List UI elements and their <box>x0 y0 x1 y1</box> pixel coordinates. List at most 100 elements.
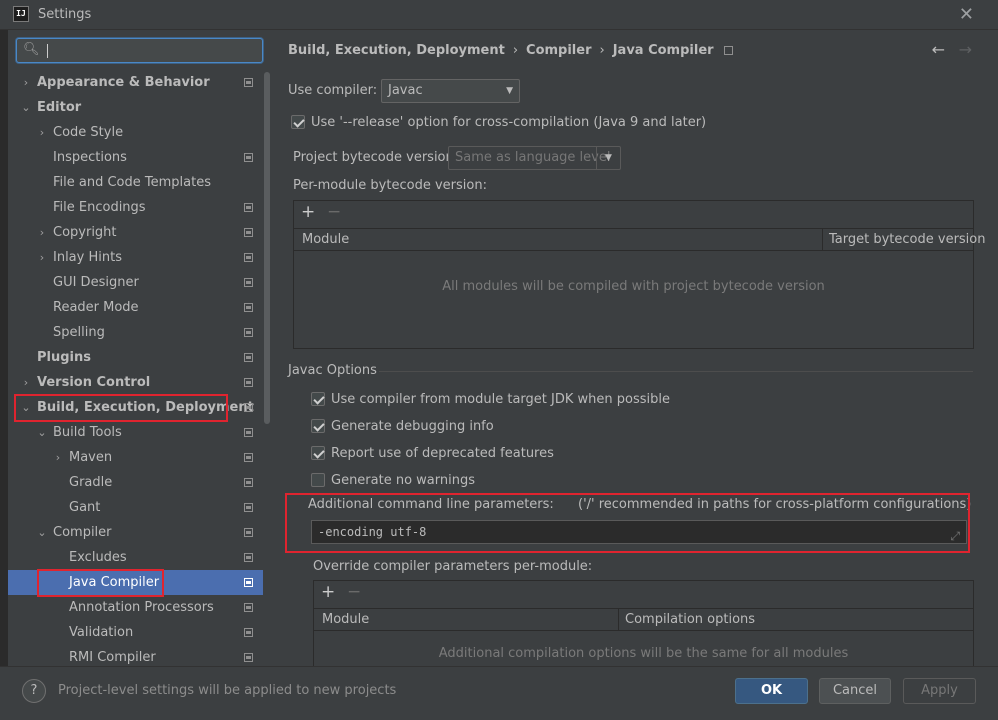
chevron-right-icon[interactable]: › <box>20 70 32 95</box>
sidebar-item-inspections[interactable]: Inspections <box>8 145 263 170</box>
project-scope-icon <box>244 478 253 487</box>
chevron-down-icon[interactable]: ⌄ <box>36 520 48 545</box>
settings-sidebar: 🔍︎ › Appearance & Behavior ⌄ Editor › Code St… <box>8 30 271 666</box>
deprecated-features-label: Report use of deprecated features <box>331 446 554 461</box>
debugging-info-checkbox[interactable] <box>311 419 325 433</box>
sidebar-item-label: Editor <box>37 100 82 115</box>
override-params-table: + − Module Compilation options Additiona… <box>313 580 974 670</box>
sidebar-item-gant[interactable]: Gant <box>8 495 263 520</box>
project-scope-icon <box>244 303 253 312</box>
no-warnings-checkbox[interactable] <box>311 473 325 487</box>
help-icon[interactable]: ? <box>22 679 46 703</box>
sidebar-item-excludes[interactable]: Excludes <box>8 545 263 570</box>
sidebar-item-annotation-processors[interactable]: Annotation Processors <box>8 595 263 620</box>
sidebar-item-label: Build, Execution, Deployment <box>37 400 254 415</box>
sidebar-item-spelling[interactable]: Spelling <box>8 320 263 345</box>
sidebar-item-build-tools[interactable]: ⌄ Build Tools <box>8 420 263 445</box>
sidebar-item-compiler[interactable]: ⌄ Compiler <box>8 520 263 545</box>
sidebar-item-label: Java Compiler <box>69 575 160 590</box>
sidebar-item-label: Plugins <box>37 350 91 365</box>
search-icon: 🔍︎ <box>23 42 40 57</box>
table-empty-text: Additional compilation options will be t… <box>438 646 849 661</box>
search-input[interactable]: 🔍︎ <box>16 38 263 63</box>
sidebar-item-validation[interactable]: Validation <box>8 620 263 645</box>
sidebar-item-maven[interactable]: › Maven <box>8 445 263 470</box>
remove-icon[interactable]: − <box>347 582 361 602</box>
sidebar-item-appearance-behavior[interactable]: › Appearance & Behavior <box>8 70 263 95</box>
sidebar-item-file-encodings[interactable]: File Encodings <box>8 195 263 220</box>
sidebar-item-code-style[interactable]: › Code Style <box>8 120 263 145</box>
sidebar-scrollbar-thumb[interactable] <box>264 72 270 424</box>
dialog-footer: ? Project-level settings will be applied… <box>0 666 998 720</box>
column-header-compilation-options[interactable]: Compilation options <box>625 612 755 627</box>
sidebar-item-editor[interactable]: ⌄ Editor <box>8 95 263 120</box>
sidebar-item-label: Appearance & Behavior <box>37 75 210 90</box>
module-target-jdk-checkbox[interactable] <box>311 392 325 406</box>
chevron-right-icon[interactable]: › <box>36 120 48 145</box>
sidebar-item-reader-mode[interactable]: Reader Mode <box>8 295 263 320</box>
bytecode-version-select[interactable]: Same as language level ▼ <box>448 146 621 170</box>
intellij-app-icon: IJ <box>13 6 29 22</box>
bytecode-version-placeholder: Same as language level <box>455 150 611 165</box>
sidebar-item-gui-designer[interactable]: GUI Designer <box>8 270 263 295</box>
breadcrumb: Build, Execution, Deployment › Compiler › Ja… <box>288 43 733 58</box>
sidebar-item-label: Reader Mode <box>53 300 139 315</box>
release-option-checkbox[interactable] <box>291 115 305 129</box>
additional-params-input[interactable]: -encoding utf-8 ⤢ <box>311 520 967 544</box>
chevron-down-icon[interactable]: ⌄ <box>20 95 32 120</box>
add-icon[interactable]: + <box>301 202 315 222</box>
sidebar-item-label: Gradle <box>69 475 113 490</box>
deprecated-features-checkbox[interactable] <box>311 446 325 460</box>
chevron-right-icon[interactable]: › <box>36 220 48 245</box>
sidebar-item-label: Build Tools <box>53 425 122 440</box>
forward-arrow-icon[interactable]: → <box>959 40 972 59</box>
project-scope-icon <box>244 278 253 287</box>
sidebar-item-gradle[interactable]: Gradle <box>8 470 263 495</box>
sidebar-item-copyright[interactable]: › Copyright <box>8 220 263 245</box>
sidebar-item-build-execution-deployment[interactable]: ⌄ Build, Execution, Deployment <box>8 395 263 420</box>
chevron-right-icon[interactable]: › <box>20 370 32 395</box>
chevron-right-icon[interactable]: › <box>52 445 64 470</box>
sidebar-item-label: Validation <box>69 625 134 640</box>
breadcrumb-item[interactable]: Compiler <box>526 43 591 58</box>
project-scope-icon <box>244 628 253 637</box>
sidebar-item-label: RMI Compiler <box>69 650 156 665</box>
sidebar-item-file-and-code-templates[interactable]: File and Code Templates <box>8 170 263 195</box>
javac-options-title: Javac Options <box>288 363 377 378</box>
column-header-module[interactable]: Module <box>302 232 349 247</box>
project-scope-icon <box>244 78 253 87</box>
close-icon[interactable]: ✕ <box>959 4 974 25</box>
project-scope-icon <box>244 503 253 512</box>
sidebar-item-plugins[interactable]: Plugins <box>8 345 263 370</box>
column-header-target-version[interactable]: Target bytecode version <box>829 232 986 247</box>
sidebar-item-label: File and Code Templates <box>53 175 211 190</box>
expand-icon[interactable]: ⤢ <box>950 525 960 547</box>
sidebar-item-label: Gant <box>69 500 101 515</box>
table-toolbar: + − <box>294 201 973 228</box>
chevron-right-icon[interactable]: › <box>36 245 48 270</box>
sidebar-item-version-control[interactable]: › Version Control <box>8 370 263 395</box>
back-arrow-icon[interactable]: ← <box>932 40 945 59</box>
add-icon[interactable]: + <box>321 582 335 602</box>
project-scope-icon <box>723 46 733 55</box>
chevron-down-icon[interactable]: ⌄ <box>36 420 48 445</box>
table-empty-text: All modules will be compiled with projec… <box>442 279 825 294</box>
project-scope-icon <box>244 153 253 162</box>
chevron-down-icon[interactable]: ⌄ <box>20 395 32 420</box>
sidebar-item-inlay-hints[interactable]: › Inlay Hints <box>8 245 263 270</box>
sidebar-item-label: Copyright <box>53 225 117 240</box>
column-divider[interactable] <box>618 609 619 631</box>
apply-button[interactable]: Apply <box>903 678 976 704</box>
sidebar-item-label: GUI Designer <box>53 275 139 290</box>
remove-icon[interactable]: − <box>327 202 341 222</box>
column-divider[interactable] <box>822 229 823 251</box>
breadcrumb-item[interactable]: Build, Execution, Deployment <box>288 43 505 58</box>
chevron-down-icon: ▼ <box>506 86 513 96</box>
sidebar-item-java-compiler[interactable]: Java Compiler <box>8 570 263 595</box>
sidebar-item-rmi-compiler[interactable]: RMI Compiler <box>8 645 263 666</box>
compiler-select[interactable]: Javac ▼ <box>381 79 520 103</box>
additional-params-hint: ('/' recommended in paths for cross-plat… <box>578 497 972 512</box>
cancel-button[interactable]: Cancel <box>819 678 891 704</box>
ok-button[interactable]: OK <box>735 678 808 704</box>
column-header-module[interactable]: Module <box>322 612 369 627</box>
